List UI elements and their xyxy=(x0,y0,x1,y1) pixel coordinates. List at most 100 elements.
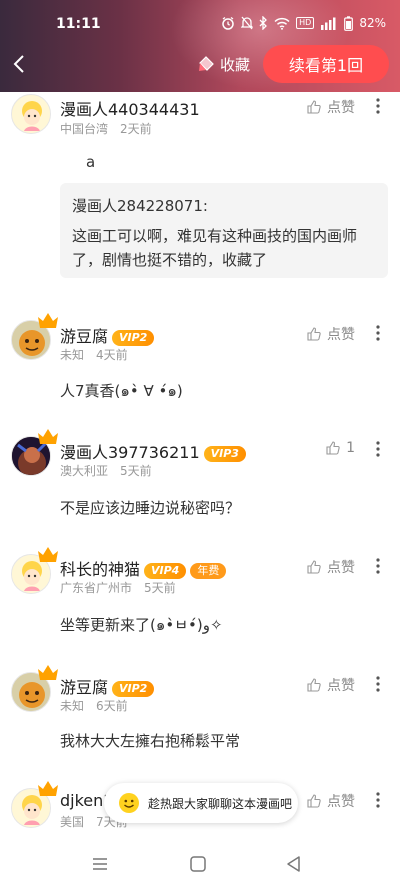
back-arrow-icon xyxy=(13,55,24,73)
timestamp: 2天前 xyxy=(120,122,152,136)
avatar[interactable] xyxy=(11,781,58,828)
thumb-up-icon xyxy=(326,441,340,455)
timestamp: 5天前 xyxy=(120,464,152,478)
like-button[interactable]: 点赞 xyxy=(307,791,355,811)
menu-icon xyxy=(93,858,107,870)
comment-text: 我林大大左擁右抱稀鬆平常 xyxy=(60,732,241,750)
favorite-button[interactable]: 收藏 xyxy=(196,52,250,76)
battery-icon xyxy=(344,14,354,32)
vip-badge: VIP2 xyxy=(112,329,155,346)
more-vertical-icon xyxy=(376,325,380,341)
username[interactable]: 漫画人397736211 VIP3 xyxy=(60,439,246,463)
nav-menu-button[interactable] xyxy=(90,854,110,874)
hd-icon: HD xyxy=(296,17,315,29)
avatar[interactable] xyxy=(11,313,58,360)
more-options-button[interactable] xyxy=(372,675,384,693)
username-text: 科长的神猫 xyxy=(60,560,141,579)
more-options-button[interactable] xyxy=(372,791,384,809)
comment-text: 人7真香(๑•̀ ∀ •́๑) xyxy=(60,382,183,400)
thumb-up-icon xyxy=(307,794,321,808)
status-time: 11:11 xyxy=(56,16,101,32)
region: 广东省广州市 xyxy=(60,581,133,595)
crown-icon xyxy=(38,665,58,680)
username-text: 游豆腐 xyxy=(60,678,109,697)
more-vertical-icon xyxy=(376,441,380,457)
quoted-comment: 漫画人284228071: 这画工可以啊，难见有这种画技的国内画师 了，剧情也挺… xyxy=(60,183,388,278)
more-options-button[interactable] xyxy=(372,97,384,115)
more-options-button[interactable] xyxy=(372,557,384,575)
avatar[interactable] xyxy=(11,94,51,134)
bookmark-icon xyxy=(199,56,214,71)
signal-icon xyxy=(320,14,338,32)
region: 未知 xyxy=(60,348,85,362)
comment-text: a xyxy=(86,153,96,171)
alarm-icon xyxy=(221,14,235,32)
nav-home-button[interactable] xyxy=(188,854,208,874)
thumb-up-icon xyxy=(307,327,321,341)
comment-text: 不是应该边睡边说秘密吗？ xyxy=(60,499,241,517)
more-options-button[interactable] xyxy=(372,324,384,342)
comment-meta: 未知 6天前 xyxy=(60,697,128,714)
quoted-text-line: 了，剧情也挺不错的，收藏了 xyxy=(72,251,268,269)
more-vertical-icon xyxy=(376,792,380,808)
like-label: 点赞 xyxy=(327,327,355,343)
vip-badge: VIP4 xyxy=(144,562,187,579)
quoted-text-line: 这画工可以啊，难见有这种画技的国内画师 xyxy=(72,227,358,245)
like-button[interactable]: 点赞 xyxy=(307,557,355,577)
thumb-up-icon xyxy=(307,678,321,692)
more-options-button[interactable] xyxy=(372,440,384,458)
more-vertical-icon xyxy=(376,98,380,114)
username[interactable]: 游豆腐 VIP2 xyxy=(60,323,155,347)
region: 中国台湾 xyxy=(60,122,109,136)
thumb-up-icon xyxy=(307,100,321,114)
status-bar: 11:11 HD 82% xyxy=(0,0,400,48)
smiley-icon xyxy=(119,793,139,813)
wifi-icon xyxy=(274,14,290,32)
thumb-up-icon xyxy=(307,560,321,574)
like-label: 点赞 xyxy=(327,560,355,576)
continue-reading-button[interactable]: 续看第1回 xyxy=(263,45,389,83)
nav-back-button[interactable] xyxy=(284,854,304,874)
comment-meta: 广东省广州市 5天前 xyxy=(60,579,176,596)
system-nav-bar xyxy=(0,840,400,889)
username[interactable]: 科长的神猫 VIP4 年费 xyxy=(60,556,227,580)
like-button[interactable]: 点赞 xyxy=(307,97,355,117)
avatar[interactable] xyxy=(11,665,58,712)
comment-meta: 中国台湾 2天前 xyxy=(60,120,152,137)
timestamp: 6天前 xyxy=(96,699,128,713)
quoted-text: 这画工可以啊，难见有这种画技的国内画师 了，剧情也挺不错的，收藏了 xyxy=(72,224,376,272)
timestamp: 4天前 xyxy=(96,348,128,362)
like-label: 点赞 xyxy=(327,100,355,116)
home-square-icon xyxy=(190,856,206,872)
username-text: 漫画人397736211 xyxy=(60,443,200,462)
username[interactable]: 漫画人440344431 xyxy=(60,96,200,120)
like-button[interactable]: 1 xyxy=(326,440,355,456)
back-button[interactable] xyxy=(6,50,34,78)
back-triangle-icon xyxy=(287,856,300,872)
battery-percent: 82% xyxy=(359,16,386,30)
avatar[interactable] xyxy=(11,429,58,476)
timestamp: 5天前 xyxy=(144,581,176,595)
mute-icon xyxy=(241,14,254,32)
header: 11:11 HD 82% 收藏 续看第1回 xyxy=(0,0,400,92)
bluetooth-icon xyxy=(259,14,268,32)
more-vertical-icon xyxy=(376,676,380,692)
like-button[interactable]: 点赞 xyxy=(307,675,355,695)
vip-badge: VIP3 xyxy=(203,445,246,462)
avatar[interactable] xyxy=(11,547,58,594)
more-vertical-icon xyxy=(376,558,380,574)
favorite-label: 收藏 xyxy=(220,55,251,74)
region: 澳大利亚 xyxy=(60,464,109,478)
annual-badge: 年费 xyxy=(190,562,227,579)
like-label: 点赞 xyxy=(327,678,355,694)
like-button[interactable]: 点赞 xyxy=(307,324,355,344)
chat-prompt-button[interactable]: 趁热跟大家聊聊这本漫画吧 xyxy=(104,783,298,823)
crown-icon xyxy=(38,547,58,562)
comment-text: 坐等更新来了(๑•̀ㅂ•́)و✧ xyxy=(60,616,223,634)
comment-meta: 澳大利亚 5天前 xyxy=(60,462,152,479)
chat-prompt-text: 趁热跟大家聊聊这本漫画吧 xyxy=(148,796,293,811)
username[interactable]: 游豆腐 VIP2 xyxy=(60,674,155,698)
quoted-author[interactable]: 漫画人284228071: xyxy=(72,195,376,216)
crown-icon xyxy=(38,313,58,328)
username-text: 游豆腐 xyxy=(60,327,109,346)
